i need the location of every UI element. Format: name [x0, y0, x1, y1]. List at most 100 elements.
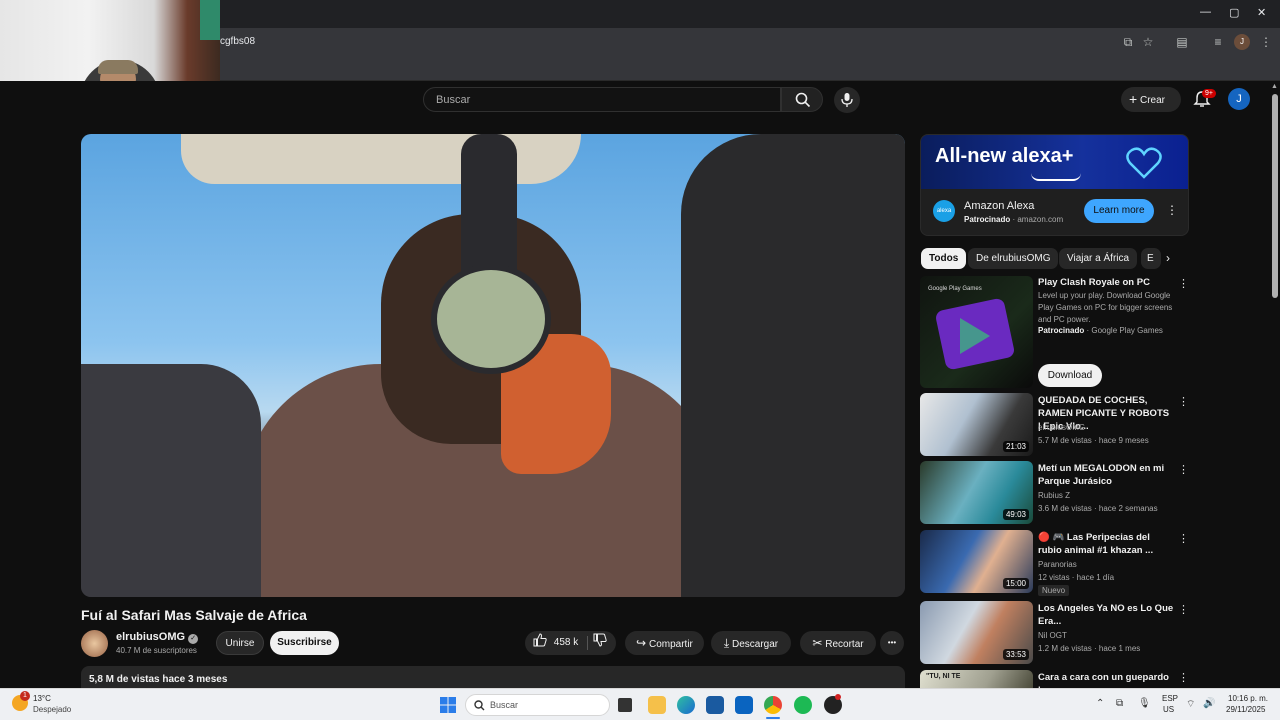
tray-network-icon[interactable]: ⧉ — [1116, 698, 1123, 709]
windows-taskbar: 1 13°C Despejado Buscar ⌃ ⧉ 🎙 ESP US ⌔ 🔊… — [0, 688, 1280, 720]
rec-title-5[interactable]: Cara a cara con un guepardo | — [1038, 671, 1174, 688]
profile-avatar-icon[interactable]: J — [1234, 34, 1250, 50]
rec-menu-icon-1[interactable]: ⋮ — [1178, 395, 1189, 408]
rec-thumbnail-4[interactable]: 33:53 — [920, 601, 1033, 664]
account-avatar[interactable]: J — [1228, 88, 1250, 110]
rec-channel-1[interactable]: elrubiusOMG — [1038, 423, 1085, 432]
store-icon[interactable] — [706, 696, 724, 714]
url-text[interactable]: cgfbs08 — [220, 36, 255, 47]
dislike-button[interactable] — [593, 631, 607, 655]
share-button[interactable]: ↪ Compartir — [625, 631, 704, 655]
minimize-button[interactable]: — — [1200, 6, 1211, 18]
download-button[interactable]: ⤓ Descargar — [711, 631, 791, 655]
chip-all[interactable]: Todos — [921, 248, 967, 269]
rec-title-2[interactable]: Metí un MEGALODON en mi Parque Jurásico — [1038, 462, 1174, 488]
notification-badge: 9+ — [1202, 89, 1216, 98]
rec-thumbnail-5[interactable]: "TU, NI TE — [920, 670, 1033, 688]
extensions-icon[interactable]: ≡ — [1210, 34, 1226, 50]
subscribe-button[interactable]: Suscribirse — [270, 631, 339, 655]
chrome-icon[interactable] — [764, 696, 782, 714]
spotify-icon[interactable] — [794, 696, 812, 714]
promo-title[interactable]: Play Clash Royale on PC — [1038, 276, 1174, 289]
rec-duration-4: 33:53 — [1002, 649, 1029, 660]
rec-thumbnail-3[interactable]: 15:00 — [920, 530, 1033, 593]
windows-start-icon[interactable] — [440, 697, 456, 713]
ad-menu-icon[interactable]: ⋮ — [1166, 203, 1178, 217]
like-button[interactable]: 458 k — [533, 631, 578, 655]
search-input[interactable]: Buscar — [423, 87, 781, 112]
tray-wifi-icon[interactable]: ⌔ — [1186, 698, 1195, 711]
weather-temperature[interactable]: 13°C — [33, 694, 51, 703]
video-player[interactable] — [81, 134, 905, 597]
weather-description[interactable]: Despejado — [33, 705, 71, 714]
channel-avatar[interactable] — [81, 630, 108, 657]
chevron-right-icon[interactable]: › — [1166, 251, 1170, 265]
tray-volume-icon[interactable]: 🔊 — [1203, 698, 1215, 709]
clip-button[interactable]: ✂ Recortar — [800, 631, 876, 655]
rec-thumbnail-1[interactable]: 21:03 — [920, 393, 1033, 456]
rec-menu-icon-5[interactable]: ⋮ — [1178, 671, 1189, 684]
cast-icon[interactable]: ⧉ — [1120, 34, 1136, 50]
clock-time[interactable]: 10:16 p. m. — [1228, 694, 1268, 703]
rec-thumbnail-2[interactable]: 49:03 — [920, 461, 1033, 524]
create-button[interactable]: + Crear — [1121, 87, 1181, 112]
close-window-button[interactable]: ✕ — [1257, 6, 1266, 19]
rec-menu-icon-2[interactable]: ⋮ — [1178, 463, 1189, 476]
chip-from-channel[interactable]: De elrubiusOMG — [968, 248, 1059, 269]
rec-thumb-text-5: "TU, NI TE — [926, 673, 961, 680]
rec-channel-3[interactable]: Paranorias — [1038, 560, 1077, 569]
rec-meta-1: 5.7 M de vistas · hace 9 meses — [1038, 436, 1149, 445]
ad-banner-text: All-new alexa+ — [935, 145, 1074, 167]
ad-banner[interactable]: All-new alexa+ — [921, 135, 1188, 189]
taskbar-search-icon — [474, 700, 485, 711]
rec-title-3[interactable]: 🔴 🎮 Las Peripecias del rubio animal #1 k… — [1038, 531, 1174, 557]
search-button[interactable] — [781, 87, 823, 112]
chip-travel-africa[interactable]: Viajar a África — [1059, 248, 1138, 269]
taskbar-search-input[interactable]: Buscar — [465, 694, 610, 716]
more-actions-button[interactable]: ••• — [880, 631, 904, 655]
maximize-button[interactable]: ▢ — [1229, 6, 1239, 19]
chrome-active-indicator — [766, 717, 780, 719]
rec-channel-4[interactable]: Nil OGT — [1038, 631, 1067, 640]
tray-overflow-icon[interactable]: ⌃ — [1096, 698, 1104, 709]
scroll-up-icon[interactable]: ▲ — [1271, 83, 1278, 90]
description-meta: 5,8 M de vistas hace 3 meses — [89, 674, 228, 685]
ad-card[interactable]: All-new alexa+ alexa Amazon Alexa Patroc… — [920, 134, 1189, 236]
reading-list-icon[interactable]: ▤ — [1174, 34, 1190, 50]
rec-title-4[interactable]: Los Angeles Ya NO es Lo Que Era... — [1038, 602, 1174, 628]
promo-menu-icon[interactable]: ⋮ — [1178, 277, 1189, 290]
browser-menu-icon[interactable]: ⋮ — [1258, 34, 1274, 50]
learn-more-button[interactable]: Learn more — [1084, 199, 1154, 223]
promo-download-button[interactable]: Download — [1038, 364, 1102, 387]
rec-channel-2[interactable]: Rubius Z — [1038, 491, 1070, 500]
like-count: 458 k — [553, 637, 579, 648]
rec-menu-icon-3[interactable]: ⋮ — [1178, 532, 1189, 545]
scrollbar-thumb[interactable] — [1272, 94, 1278, 298]
file-explorer-icon[interactable] — [648, 696, 666, 714]
promo-thumbnail[interactable]: Google Play Games — [920, 276, 1033, 388]
chip-partial[interactable]: E — [1141, 248, 1161, 269]
edge-browser-icon[interactable] — [677, 696, 695, 714]
rec-meta-3: 12 vistas · hace 1 día — [1038, 573, 1115, 582]
ad-meta: Patrocinado · amazon.com — [964, 215, 1064, 224]
share-label: Compartir — [648, 639, 693, 650]
obs-recording-dot — [835, 694, 841, 700]
bookmark-star-icon[interactable]: ☆ — [1140, 34, 1156, 50]
task-view-icon[interactable] — [618, 698, 632, 712]
rec-menu-icon-4[interactable]: ⋮ — [1178, 603, 1189, 616]
description-box[interactable]: 5,8 M de vistas hace 3 meses — [81, 666, 905, 690]
channel-name[interactable]: elrubiusOMG ✓ — [116, 631, 199, 644]
keyboard-layout[interactable]: US — [1163, 705, 1174, 714]
input-language[interactable]: ESP — [1162, 694, 1178, 703]
voice-search-button[interactable] — [834, 87, 860, 113]
plus-icon: + — [1129, 91, 1138, 107]
outlook-icon[interactable] — [735, 696, 753, 714]
tray-mic-icon[interactable]: 🎙 — [1138, 698, 1151, 709]
clock-date[interactable]: 29/11/2025 — [1226, 705, 1265, 714]
channel-name-text[interactable]: elrubiusOMG — [116, 631, 185, 643]
video-title: Fuí al Safari Mas Salvaje de Africa — [81, 607, 307, 623]
promo-advertiser: Google Play Games — [1091, 326, 1163, 335]
video-frame-headphone-cup — [431, 264, 551, 374]
join-button[interactable]: Unirse — [216, 631, 264, 655]
promo-meta: Patrocinado · Google Play Games — [1038, 326, 1163, 335]
